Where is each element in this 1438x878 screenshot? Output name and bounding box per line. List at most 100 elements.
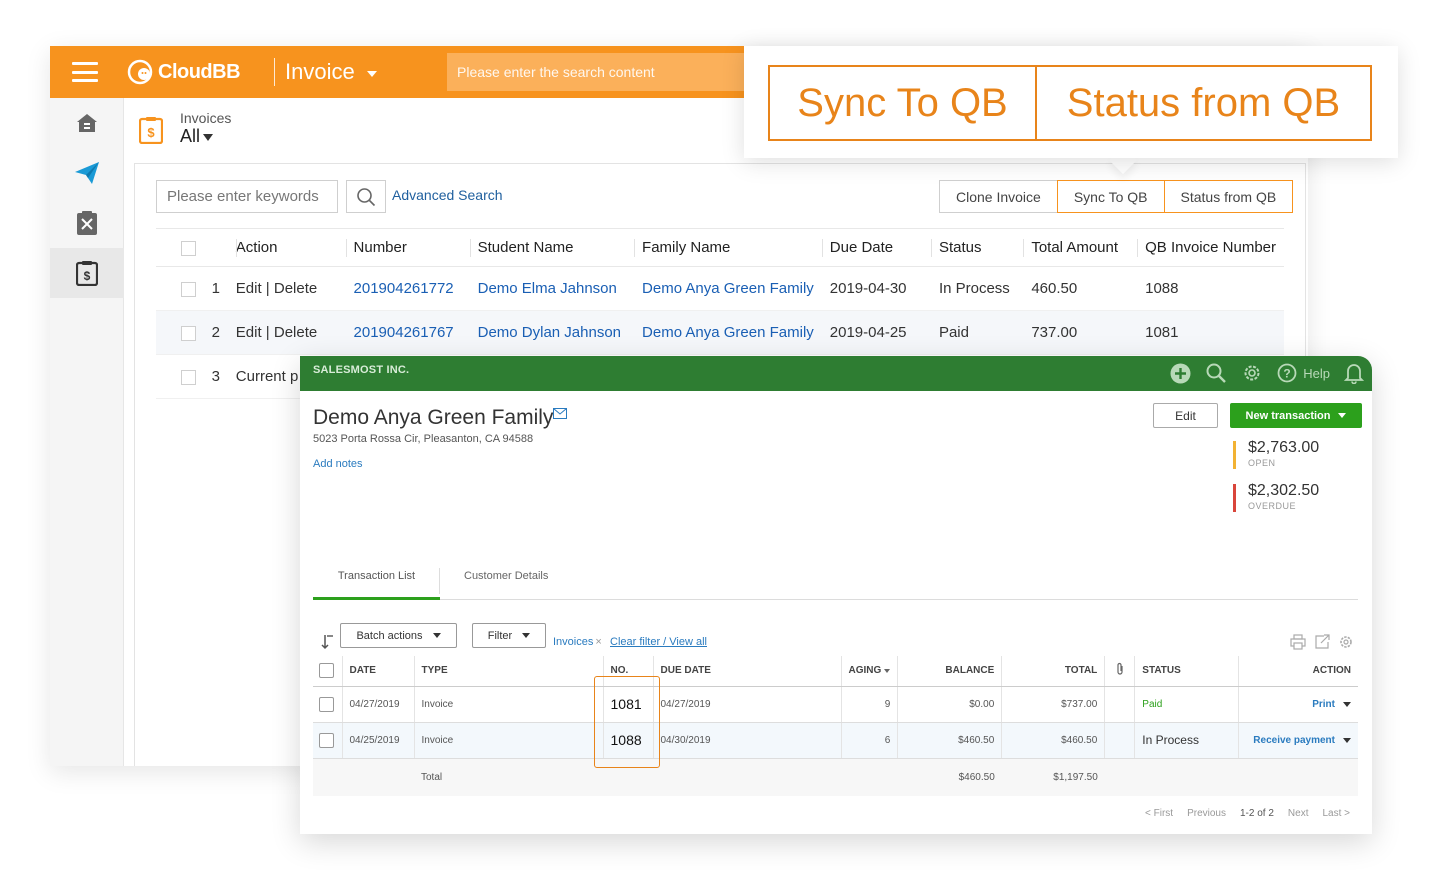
pager-next[interactable]: Next: [1288, 808, 1309, 819]
total-label: Total: [414, 758, 603, 796]
row-actions[interactable]: Edit | Delete: [235, 310, 346, 355]
column-header-balance[interactable]: BALANCE: [897, 656, 1002, 687]
filter-tag-invoices[interactable]: Invoices ×: [553, 636, 602, 648]
sidebar-item-tools[interactable]: [50, 198, 124, 248]
chevron-down-icon[interactable]: [1343, 737, 1351, 743]
column-header-due-date[interactable]: DUE DATE: [652, 656, 841, 687]
tx-aging: 6: [840, 722, 898, 759]
envelope-icon[interactable]: [553, 408, 567, 419]
row-checkbox[interactable]: [181, 281, 196, 297]
sync-to-qb-button[interactable]: Sync To QB: [1056, 180, 1165, 213]
help-button[interactable]: ? Help: [1277, 363, 1330, 383]
column-header-date[interactable]: DATE: [341, 656, 414, 687]
search-icon: [357, 187, 376, 206]
column-header-no[interactable]: NO.: [602, 656, 653, 687]
pager-previous[interactable]: Previous: [1187, 808, 1226, 819]
column-header-type[interactable]: TYPE: [413, 656, 603, 687]
column-header-number: Number: [345, 228, 470, 267]
overdue-value: $2,302.50: [1248, 482, 1320, 499]
topbar-divider: [274, 58, 275, 86]
open-label: OPEN: [1248, 458, 1276, 468]
search-icon[interactable]: [1205, 362, 1227, 384]
printer-icon[interactable]: [1290, 634, 1306, 650]
advanced-search-link[interactable]: Advanced Search: [392, 187, 503, 203]
clone-invoice-button[interactable]: Clone Invoice: [939, 180, 1058, 213]
invoice-number-link[interactable]: 201904261767: [345, 310, 470, 355]
student-name-link[interactable]: Demo Dylan Jahnson: [469, 310, 635, 355]
callout-zoom: Sync To QB Status from QB: [744, 46, 1398, 158]
tab-divider: [439, 568, 440, 594]
menu-icon[interactable]: [72, 62, 98, 82]
invoice-icon: $: [76, 261, 98, 286]
pagination: < First Previous 1-2 of 2 Next Last >: [1145, 808, 1350, 819]
status-from-qb-button[interactable]: Status from QB: [1164, 180, 1294, 213]
column-header-action: ACTION: [1238, 656, 1358, 687]
tx-number: 1081: [602, 686, 653, 723]
new-transaction-button[interactable]: New transaction: [1230, 403, 1362, 428]
pager-first[interactable]: < First: [1145, 808, 1173, 819]
family-name-link[interactable]: Demo Anya Green Family: [634, 266, 822, 311]
tab-customer-details[interactable]: Customer Details: [464, 570, 548, 600]
student-name-link[interactable]: Demo Elma Jahnson: [469, 266, 635, 311]
invoice-filter-dropdown[interactable]: All: [180, 126, 214, 147]
gear-icon[interactable]: [1241, 362, 1263, 384]
row-checkbox[interactable]: [181, 325, 196, 341]
transaction-table: DATE TYPE NO. DUE DATE AGING BALANCE TOT…: [313, 656, 1358, 796]
qb-action-buttons: Clone Invoice Sync To QB Status from QB: [939, 180, 1294, 213]
batch-actions-dropdown[interactable]: Batch actions: [340, 623, 457, 648]
column-header-qb-number: QB Invoice Number: [1137, 228, 1284, 267]
row-checkbox[interactable]: [319, 696, 334, 712]
chevron-down-icon[interactable]: [1343, 701, 1351, 707]
cloudbb-logo[interactable]: CloudBB: [126, 58, 241, 86]
print-link[interactable]: Print: [1312, 699, 1335, 710]
export-icon[interactable]: [1314, 634, 1330, 650]
bell-icon[interactable]: [1344, 362, 1364, 384]
add-notes-link[interactable]: Add notes: [313, 458, 363, 470]
sidebar-item-invoices[interactable]: $: [50, 248, 124, 298]
column-action: [156, 228, 236, 267]
sidebar-item-messages[interactable]: [50, 148, 124, 198]
invoice-number-link[interactable]: 201904261772: [345, 266, 470, 311]
sort-down-icon[interactable]: [321, 634, 335, 650]
qb-invoice-number: 1081: [1137, 310, 1284, 355]
clear-filter-link[interactable]: Clear filter / View all: [610, 636, 707, 648]
gear-icon[interactable]: [1338, 634, 1354, 650]
svg-text:?: ?: [1284, 367, 1291, 381]
select-all-checkbox[interactable]: [181, 240, 196, 256]
tab-transaction-list[interactable]: Transaction List: [313, 570, 440, 600]
table-row[interactable]: 04/27/2019 Invoice 1081 04/27/2019 9 $0.…: [313, 686, 1358, 723]
family-name-link[interactable]: Demo Anya Green Family: [634, 310, 822, 355]
keyword-search-input[interactable]: [156, 180, 338, 213]
select-all-checkbox[interactable]: [319, 663, 334, 679]
row-select: 3: [156, 354, 236, 399]
edit-button[interactable]: Edit: [1153, 403, 1218, 428]
plus-circle-icon[interactable]: [1170, 363, 1191, 384]
tx-action: Print: [1238, 686, 1358, 723]
chevron-down-icon: [522, 633, 531, 638]
column-attachment: [1104, 656, 1135, 687]
tx-balance: $460.50: [897, 722, 1002, 759]
pager-last[interactable]: Last >: [1322, 808, 1350, 819]
logo-text: CloudBB: [158, 60, 241, 83]
receive-payment-link[interactable]: Receive payment: [1253, 735, 1335, 746]
column-select: [313, 656, 342, 687]
filter-dropdown[interactable]: Filter: [472, 623, 546, 648]
tx-status: In Process: [1134, 722, 1239, 759]
close-icon[interactable]: ×: [595, 636, 601, 648]
row-actions[interactable]: Edit | Delete: [235, 266, 346, 311]
table-row: 2 Edit | Delete 201904261767 Demo Dylan …: [156, 310, 1284, 355]
keyword-search-button[interactable]: [346, 180, 386, 213]
row-checkbox[interactable]: [181, 369, 196, 385]
column-header-status[interactable]: STATUS: [1134, 656, 1239, 687]
column-header-total[interactable]: TOTAL: [1001, 656, 1105, 687]
global-search-input[interactable]: [447, 53, 747, 91]
row-checkbox[interactable]: [319, 732, 334, 748]
tx-attachment: [1104, 722, 1135, 759]
tx-attachment: [1104, 686, 1135, 723]
table-row[interactable]: 04/25/2019 Invoice 1088 04/30/2019 6 $46…: [313, 722, 1358, 759]
sidebar-item-home[interactable]: [50, 98, 124, 148]
qb-tabs: Transaction List Customer Details: [313, 564, 1358, 600]
module-switcher[interactable]: Invoice: [285, 58, 377, 86]
open-indicator: [1233, 441, 1236, 469]
column-header-aging[interactable]: AGING: [840, 656, 898, 687]
